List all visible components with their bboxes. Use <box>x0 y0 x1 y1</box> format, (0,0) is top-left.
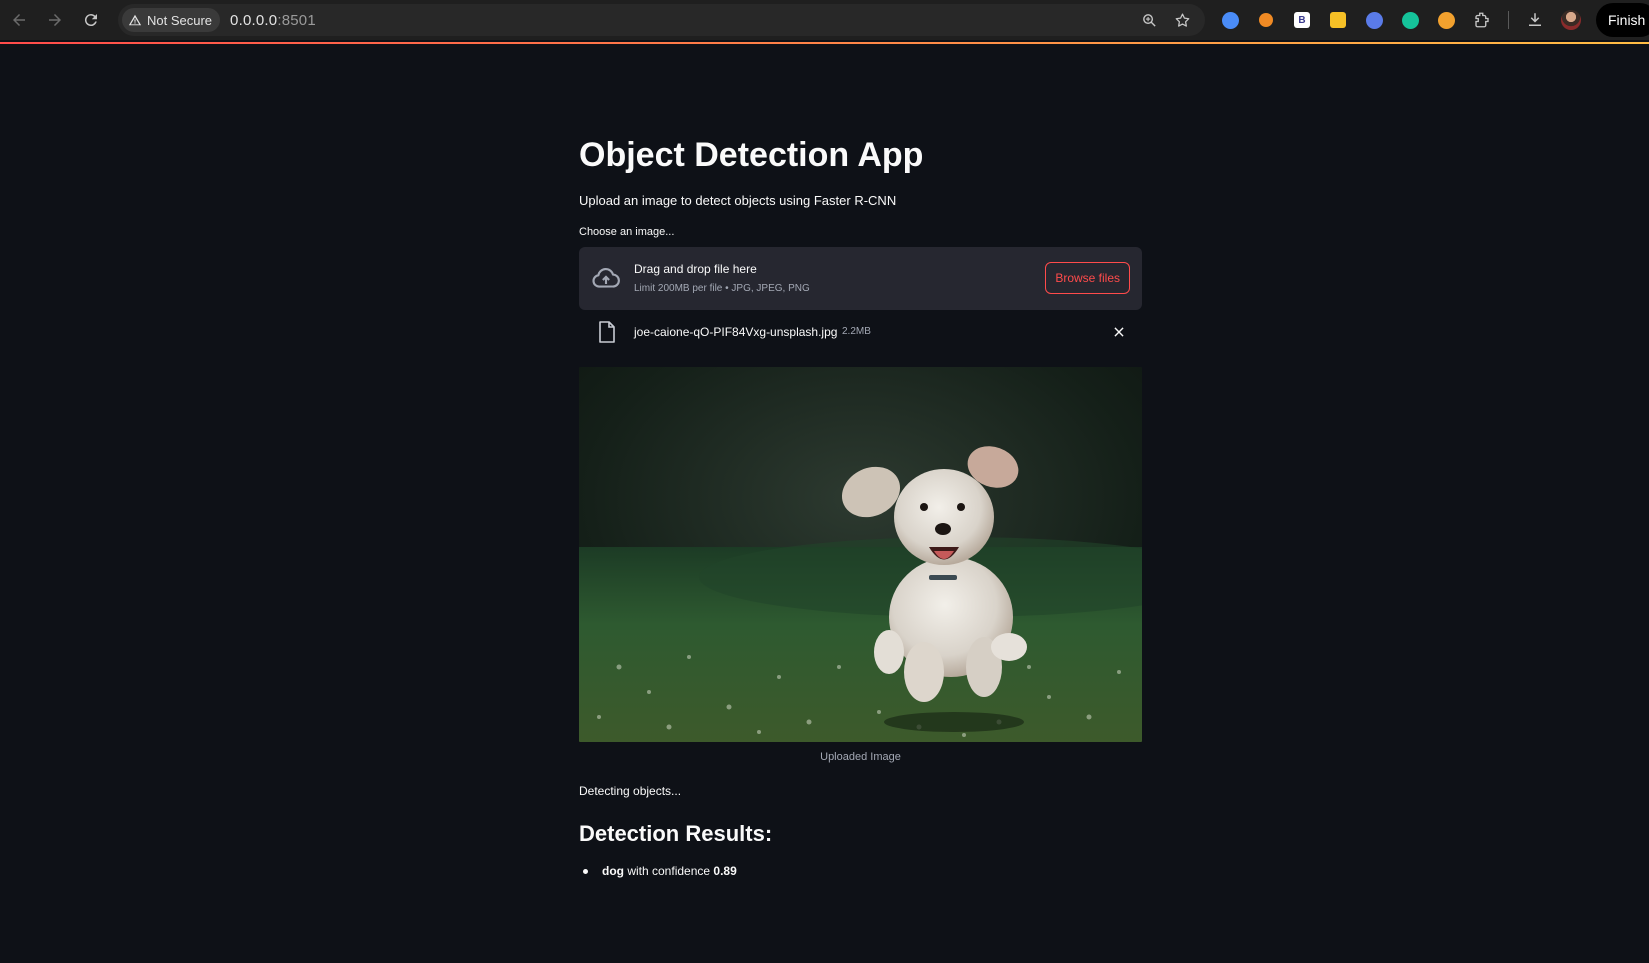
back-button[interactable] <box>2 3 36 37</box>
forward-button[interactable] <box>38 3 72 37</box>
uploaded-file-row: joe-caione-qO-PIF84Vxg-unsplash.jpg 2.2M… <box>579 314 1142 350</box>
toolbar-divider <box>1508 11 1509 29</box>
file-dropzone[interactable]: Drag and drop file here Limit 200MB per … <box>579 247 1142 310</box>
download-icon[interactable] <box>1523 8 1547 32</box>
dog-photo <box>579 367 1142 742</box>
reload-icon <box>84 14 97 27</box>
result-text: with confidence <box>624 864 714 878</box>
grammarly-extension-icon[interactable] <box>1398 8 1422 32</box>
result-confidence: 0.89 <box>713 864 737 878</box>
uploaded-image <box>579 367 1142 742</box>
uploader-label: Choose an image... <box>579 226 675 238</box>
image-caption: Uploaded Image <box>820 751 901 763</box>
shield-extension-icon[interactable] <box>1362 8 1386 32</box>
status-text: Detecting objects... <box>579 784 682 798</box>
uploaded-file-size: 2.2MB <box>842 326 871 337</box>
file-icon <box>599 321 615 343</box>
zoom-icon[interactable] <box>1141 12 1158 29</box>
dropzone-title: Drag and drop file here <box>634 262 757 276</box>
page-subtitle: Upload an image to detect objects using … <box>579 193 897 208</box>
security-label: Not Secure <box>147 12 213 28</box>
results-list: dog with confidence 0.89 <box>583 864 737 878</box>
page-title: Object Detection App <box>579 136 924 174</box>
security-chip[interactable]: Not Secure <box>122 8 221 32</box>
person-check-extension-icon[interactable] <box>1254 8 1278 32</box>
app-decoration-bar <box>0 42 1649 44</box>
reload-button[interactable] <box>74 3 108 37</box>
translate-extension-icon[interactable] <box>1218 8 1242 32</box>
finish-button-wrap: Finish <box>1590 0 1649 40</box>
close-icon <box>1114 327 1124 337</box>
arrow-left-icon <box>13 14 25 26</box>
clock-extension-icon[interactable] <box>1434 8 1458 32</box>
list-item: dog with confidence 0.89 <box>583 864 737 878</box>
browser-toolbar: Not Secure 0.0.0.0:8501 B Finish <box>0 0 1649 40</box>
warning-icon <box>128 14 142 26</box>
bullet <box>583 868 588 874</box>
note-extension-icon[interactable] <box>1326 8 1350 32</box>
arrow-right-icon <box>49 14 61 26</box>
b-extension-icon[interactable]: B <box>1290 8 1314 32</box>
url-text[interactable]: 0.0.0.0:8501 <box>230 12 316 29</box>
uploaded-file-name: joe-caione-qO-PIF84Vxg-unsplash.jpg <box>634 325 838 339</box>
results-heading: Detection Results: <box>579 821 773 846</box>
remove-file-button[interactable] <box>1110 323 1128 341</box>
result-label: dog <box>602 864 624 878</box>
dropzone-limit-text: Limit 200MB per file • JPG, JPEG, PNG <box>634 283 810 294</box>
cloud-upload-icon <box>592 268 620 288</box>
profile-avatar[interactable] <box>1559 8 1583 32</box>
bookmark-star-icon[interactable] <box>1174 12 1191 29</box>
extensions-bar: B <box>1218 6 1583 34</box>
url-host: 0.0.0.0 <box>230 11 278 29</box>
finish-button[interactable]: Finish <box>1596 3 1649 37</box>
puzzle-extensions-icon[interactable] <box>1470 8 1494 32</box>
address-bar[interactable]: Not Secure 0.0.0.0:8501 <box>118 4 1205 36</box>
browse-files-button[interactable]: Browse files <box>1045 262 1130 294</box>
url-port: :8501 <box>277 11 316 29</box>
